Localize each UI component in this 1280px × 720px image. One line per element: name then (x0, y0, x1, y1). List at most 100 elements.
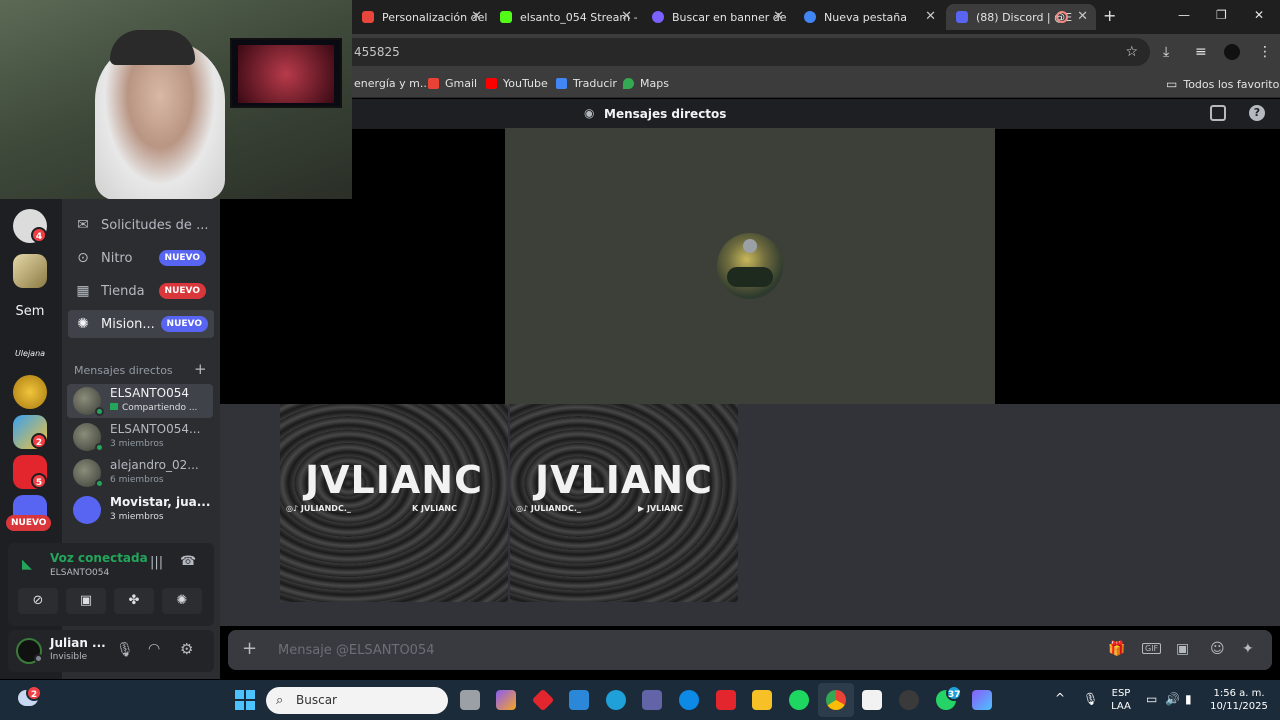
screenshare-icon[interactable]: ▣ (66, 588, 106, 614)
taskbar-search[interactable]: ⌕ Buscar (266, 687, 448, 714)
voice-status[interactable]: Voz conectada (50, 551, 148, 565)
server-icon[interactable]: 4 (13, 209, 47, 243)
dm-item[interactable]: Movistar, jua... 3 miembros (67, 493, 213, 527)
tab-buscar-banner[interactable]: Buscar en banner de ✕ (642, 4, 792, 30)
microphone-icon[interactable]: 🎙 (1083, 693, 1098, 706)
app-icon[interactable] (606, 690, 626, 710)
tab-elsanto-stream[interactable]: elsanto_054 Stream - ✕ (490, 4, 640, 30)
activities-icon[interactable]: ✤ (114, 588, 154, 614)
restore-icon[interactable]: ❐ (1216, 8, 1227, 22)
tab-nueva-pestana[interactable]: Nueva pestaña ✕ (794, 4, 944, 30)
address-bar[interactable]: 455825 ☆ (340, 38, 1150, 66)
bookmark-maps[interactable]: Maps (623, 77, 669, 90)
clock[interactable]: 1:56 a. m. 10/11/2025 (1206, 687, 1272, 713)
microphone-icon[interactable]: 🎙 (116, 642, 134, 658)
profile-avatar[interactable] (1224, 44, 1240, 60)
translate-icon (556, 78, 567, 89)
tab-favicon-icon (956, 11, 968, 23)
bookmark-label: Todos los favoritos (1183, 77, 1280, 91)
nav-message-requests[interactable]: ✉ Solicitudes de ... (68, 211, 214, 239)
apps-icon[interactable]: ✦ (1242, 641, 1254, 657)
dm-item[interactable]: ELSANTO054... 3 miembros (67, 420, 213, 454)
bookmark-energia[interactable]: energía y m... (354, 77, 430, 90)
unread-badge: 37 (946, 685, 962, 701)
all-bookmarks-folder[interactable]: ▭ Todos los favoritos (1166, 77, 1280, 91)
chevron-up-icon[interactable]: ^ (1055, 692, 1065, 705)
close-window-icon[interactable]: ✕ (1254, 8, 1264, 22)
tab-personalizacion[interactable]: Personalización del c ✕ (352, 4, 490, 30)
server-icon[interactable]: 5 (13, 455, 47, 489)
sticker-icon[interactable]: ▣ (1176, 641, 1189, 657)
disconnect-icon[interactable]: ☎ (180, 554, 196, 569)
help-icon[interactable]: ? (1249, 105, 1265, 121)
windows-taskbar: 2 ⌕ Buscar 37 ^ 🎙 ESP LAA ▭ 🔊 ▮ 1:56 a. … (0, 680, 1280, 720)
download-icon[interactable]: ⤓ (1163, 44, 1169, 60)
banner-image[interactable]: JVLIANC ◎♪ JULIANDC._ K JVLIANC (280, 404, 508, 602)
server-icon[interactable]: 2 (13, 415, 47, 449)
banner-handle-1: ◎♪ JULIANDC._ (516, 504, 581, 513)
close-icon[interactable]: ✕ (1077, 9, 1088, 24)
noise-suppression-icon[interactable]: ||| (150, 555, 163, 570)
bookmark-youtube[interactable]: YouTube (486, 77, 548, 90)
nav-missions[interactable]: ✺ Mision... NUEVO (68, 310, 214, 338)
gear-icon[interactable]: ⚙ (180, 640, 193, 658)
close-icon[interactable]: ✕ (925, 9, 936, 24)
spotify-icon[interactable] (789, 690, 809, 710)
bookmark-gmail[interactable]: Gmail (428, 77, 477, 90)
close-icon[interactable]: ✕ (471, 9, 482, 24)
volume-icon[interactable]: 🔊 (1165, 693, 1180, 706)
nav-shop[interactable]: ▦ Tienda NUEVO (68, 277, 214, 305)
star-icon[interactable]: ☆ (1125, 38, 1138, 66)
nav-nitro[interactable]: ⊙ Nitro NUEVO (68, 244, 214, 272)
camera-off-icon[interactable]: ⊘ (18, 588, 58, 614)
voice-connection-panel: ◣ Voz conectada ELSANTO054 ||| ☎ ⊘ ▣ ✤ ✺ (8, 543, 214, 626)
server-icon[interactable]: Sem (13, 295, 47, 329)
emoji-icon[interactable]: ☺ (1210, 641, 1225, 657)
create-dm-button[interactable]: + (194, 360, 207, 378)
username[interactable]: Julian ... (50, 636, 106, 650)
server-icon[interactable] (13, 375, 47, 409)
task-view-icon[interactable] (460, 690, 480, 710)
inbox-icon[interactable] (1210, 105, 1226, 121)
server-icon[interactable] (13, 254, 47, 288)
copilot-icon[interactable] (496, 690, 516, 710)
close-icon[interactable]: ✕ (773, 9, 784, 24)
minimize-icon[interactable]: — (1178, 8, 1190, 22)
menu-dots-icon[interactable]: ⋮ (1258, 44, 1272, 60)
app-icon[interactable] (899, 690, 919, 710)
teams-icon[interactable] (642, 690, 662, 710)
gif-icon[interactable]: GIF (1142, 643, 1162, 654)
app-icon[interactable] (716, 690, 736, 710)
media-control-icon[interactable]: ≡ (1195, 44, 1207, 60)
soundboard-icon[interactable]: ✺ (162, 588, 202, 614)
message-input[interactable] (278, 640, 1038, 660)
tab-discord[interactable]: (88) Discord | @E ✕ (946, 4, 1096, 30)
dm-activity-text: Compartiendo ... (122, 403, 198, 413)
dm-item[interactable]: alejandro_02... 6 miembros (67, 456, 213, 490)
bookmark-traducir[interactable]: Traducir (556, 77, 617, 90)
new-tab-button[interactable]: + (1103, 6, 1116, 25)
close-icon[interactable]: ✕ (621, 9, 632, 24)
app-icon[interactable] (972, 690, 992, 710)
battery-icon[interactable]: ▮ (1185, 693, 1192, 706)
windows-start-icon[interactable] (235, 690, 255, 710)
store-icon[interactable] (569, 690, 589, 710)
plus-icon[interactable]: + (242, 638, 257, 659)
edge-icon[interactable] (679, 690, 699, 710)
network-icon[interactable]: ▭ (1146, 693, 1157, 706)
server-icon[interactable]: Ulejana (13, 337, 47, 371)
online-status-icon (95, 443, 104, 452)
dm-members: 3 miembros (110, 512, 164, 522)
language-indicator[interactable]: ESP LAA (1108, 687, 1134, 713)
new-pill: NUEVO (160, 316, 208, 332)
dm-item[interactable]: ELSANTO054 Compartiendo ... (67, 384, 213, 418)
file-explorer-icon[interactable] (752, 690, 772, 710)
unread-badge: 5 (31, 473, 47, 489)
capcut-icon[interactable] (862, 690, 882, 710)
app-icon[interactable] (531, 688, 555, 712)
gift-icon[interactable]: 🎁 (1108, 641, 1125, 657)
headphones-icon[interactable]: ◠ (148, 641, 160, 657)
banner-image[interactable]: JVLIANC ◎♪ JULIANDC._ ▶ JVLIANC (510, 404, 738, 602)
tab-favicon-icon (652, 11, 664, 23)
chrome-icon[interactable] (826, 690, 846, 710)
